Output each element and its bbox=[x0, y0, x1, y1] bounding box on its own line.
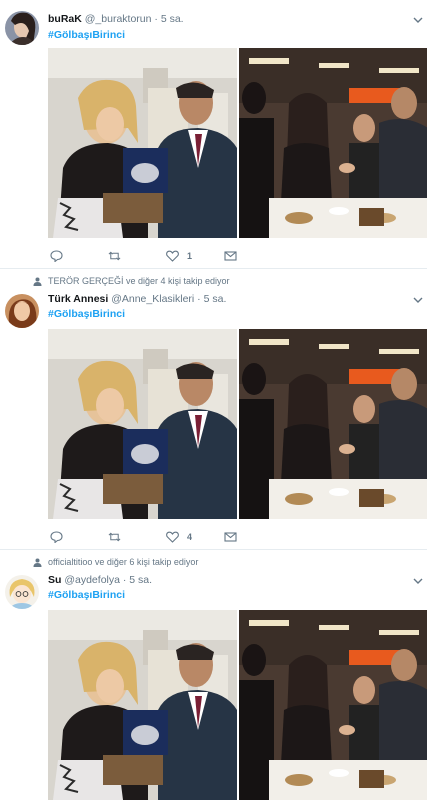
separator: · bbox=[154, 13, 158, 25]
chevron-down-icon[interactable] bbox=[413, 296, 423, 304]
follow-context: officialtitioo ve diğer 6 kişi takip edi… bbox=[33, 557, 198, 567]
retweet-icon bbox=[108, 532, 121, 542]
heart-icon bbox=[166, 531, 179, 543]
heart-icon bbox=[166, 250, 179, 262]
media-grid bbox=[48, 48, 427, 238]
chevron-down-icon[interactable] bbox=[413, 16, 423, 24]
hashtag-link[interactable]: #GölbaşıBirinci bbox=[48, 308, 125, 320]
timestamp[interactable]: 5 sa. bbox=[129, 574, 152, 586]
direct-message-button[interactable] bbox=[224, 250, 282, 262]
photo-handshake[interactable] bbox=[239, 48, 427, 238]
like-count: 1 bbox=[187, 251, 193, 261]
like-count: 4 bbox=[187, 532, 193, 542]
person-icon bbox=[33, 277, 42, 286]
tweet-actions: 1 bbox=[50, 249, 282, 263]
separator: · bbox=[122, 574, 127, 586]
reply-icon bbox=[50, 531, 63, 543]
avatar[interactable] bbox=[5, 294, 39, 328]
reply-icon bbox=[50, 250, 63, 262]
photo-ceremony[interactable] bbox=[48, 48, 237, 238]
tweet-header: Türk Annesi @Anne_Klasikleri · 5 sa. bbox=[48, 293, 226, 305]
media-grid bbox=[48, 610, 427, 800]
like-button[interactable]: 4 bbox=[166, 531, 224, 543]
photo-handshake[interactable] bbox=[239, 610, 427, 800]
handle[interactable]: @aydefolya bbox=[64, 574, 120, 586]
envelope-icon bbox=[224, 251, 237, 261]
handle[interactable]: @_buraktorun bbox=[85, 13, 152, 25]
timestamp[interactable]: 5 sa. bbox=[161, 13, 184, 25]
avatar[interactable] bbox=[5, 575, 39, 609]
tweet-actions: 4 bbox=[50, 530, 282, 544]
display-name[interactable]: Su bbox=[48, 574, 61, 586]
direct-message-button[interactable] bbox=[224, 531, 282, 543]
tweet[interactable]: buRaK @_buraktorun · 5 sa. #GölbaşıBirin… bbox=[0, 0, 427, 269]
handle[interactable]: @Anne_Klasikleri bbox=[111, 293, 194, 305]
follow-context-text[interactable]: TERÖR GERÇEĞİ ve diğer 4 kişi takip ediy… bbox=[48, 276, 230, 286]
reply-button[interactable] bbox=[50, 250, 108, 262]
follow-context-text[interactable]: officialtitioo ve diğer 6 kişi takip edi… bbox=[48, 557, 198, 567]
hashtag-link[interactable]: #GölbaşıBirinci bbox=[48, 589, 125, 601]
hashtag-link[interactable]: #GölbaşıBirinci bbox=[48, 29, 125, 41]
retweet-icon bbox=[108, 251, 121, 261]
follow-context: TERÖR GERÇEĞİ ve diğer 4 kişi takip ediy… bbox=[33, 276, 230, 286]
retweet-button[interactable] bbox=[108, 531, 166, 543]
envelope-icon bbox=[224, 532, 237, 542]
tweet[interactable]: officialtitioo ve diğer 6 kişi takip edi… bbox=[0, 550, 427, 769]
media-grid bbox=[48, 329, 427, 519]
avatar[interactable] bbox=[5, 11, 39, 45]
like-button[interactable]: 1 bbox=[166, 250, 224, 262]
timestamp[interactable]: 5 sa. bbox=[204, 293, 227, 305]
separator: · bbox=[197, 293, 201, 305]
photo-handshake[interactable] bbox=[239, 329, 427, 519]
photo-ceremony[interactable] bbox=[48, 329, 237, 519]
display-name[interactable]: buRaK bbox=[48, 13, 82, 25]
display-name[interactable]: Türk Annesi bbox=[48, 293, 108, 305]
retweet-button[interactable] bbox=[108, 250, 166, 262]
tweet[interactable]: TERÖR GERÇEĞİ ve diğer 4 kişi takip ediy… bbox=[0, 269, 427, 550]
tweet-header: buRaK @_buraktorun · 5 sa. bbox=[48, 13, 184, 25]
tweet-header: Su @aydefolya · 5 sa. bbox=[48, 574, 152, 586]
reply-button[interactable] bbox=[50, 531, 108, 543]
chevron-down-icon[interactable] bbox=[413, 577, 423, 585]
person-icon bbox=[33, 558, 42, 567]
photo-ceremony[interactable] bbox=[48, 610, 237, 800]
